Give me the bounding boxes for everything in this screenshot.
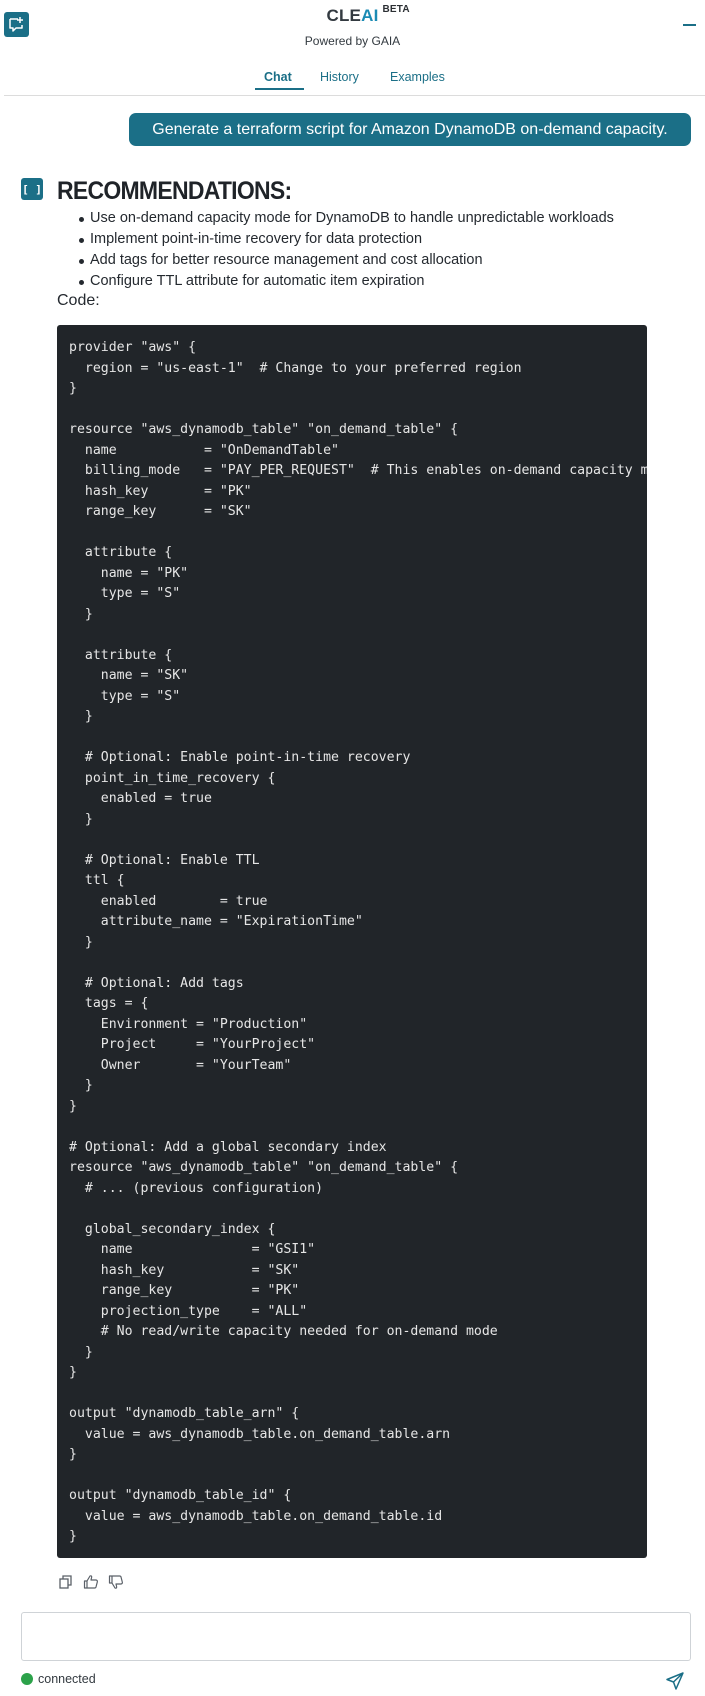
brand-prefix: CLE <box>326 6 362 25</box>
thumbs-up-button[interactable] <box>83 1574 99 1590</box>
thumbs-up-icon <box>83 1575 98 1589</box>
thumbs-down-icon <box>108 1575 123 1589</box>
code-label: Code: <box>57 292 100 309</box>
recommendations-heading: RECOMMENDATIONS: <box>57 177 292 205</box>
tab-examples[interactable]: Examples <box>390 70 445 84</box>
brand-header: CLEAI BETA <box>0 4 705 26</box>
thumbs-down-button[interactable] <box>108 1574 124 1590</box>
connection-status: connected <box>21 1672 96 1686</box>
brand-ai: AI <box>361 6 379 25</box>
tab-history[interactable]: History <box>320 70 359 84</box>
active-tab-indicator <box>255 88 304 90</box>
chat-input[interactable] <box>21 1612 691 1661</box>
feedback-actions <box>58 1574 124 1590</box>
powered-by-label: Powered by GAIA <box>304 34 401 48</box>
beta-badge: BETA <box>382 4 410 15</box>
bot-avatar-icon: [ ] <box>21 178 43 200</box>
code-block[interactable]: provider "aws" { region = "us-east-1" # … <box>57 325 647 1558</box>
code-content: provider "aws" { region = "us-east-1" # … <box>69 340 647 1544</box>
minimize-button[interactable] <box>683 18 696 30</box>
list-item: Configure TTL attribute for automatic it… <box>79 271 614 292</box>
status-dot-icon <box>21 1673 33 1685</box>
list-item: Add tags for better resource management … <box>79 250 614 271</box>
user-message-bubble: Generate a terraform script for Amazon D… <box>129 113 691 146</box>
header-divider <box>4 95 705 96</box>
copy-icon <box>59 1575 72 1589</box>
tab-chat[interactable]: Chat <box>264 70 292 84</box>
copy-button[interactable] <box>58 1574 74 1590</box>
status-label: connected <box>38 1672 96 1686</box>
recommendations-list: Use on-demand capacity mode for DynamoDB… <box>79 208 614 292</box>
send-icon <box>666 1672 684 1690</box>
list-item: Implement point-in-time recovery for dat… <box>79 229 614 250</box>
minimize-icon <box>683 24 696 26</box>
list-item: Use on-demand capacity mode for DynamoDB… <box>79 208 614 229</box>
brand-title: CLEAI BETA <box>326 4 409 26</box>
send-button[interactable] <box>665 1671 685 1691</box>
